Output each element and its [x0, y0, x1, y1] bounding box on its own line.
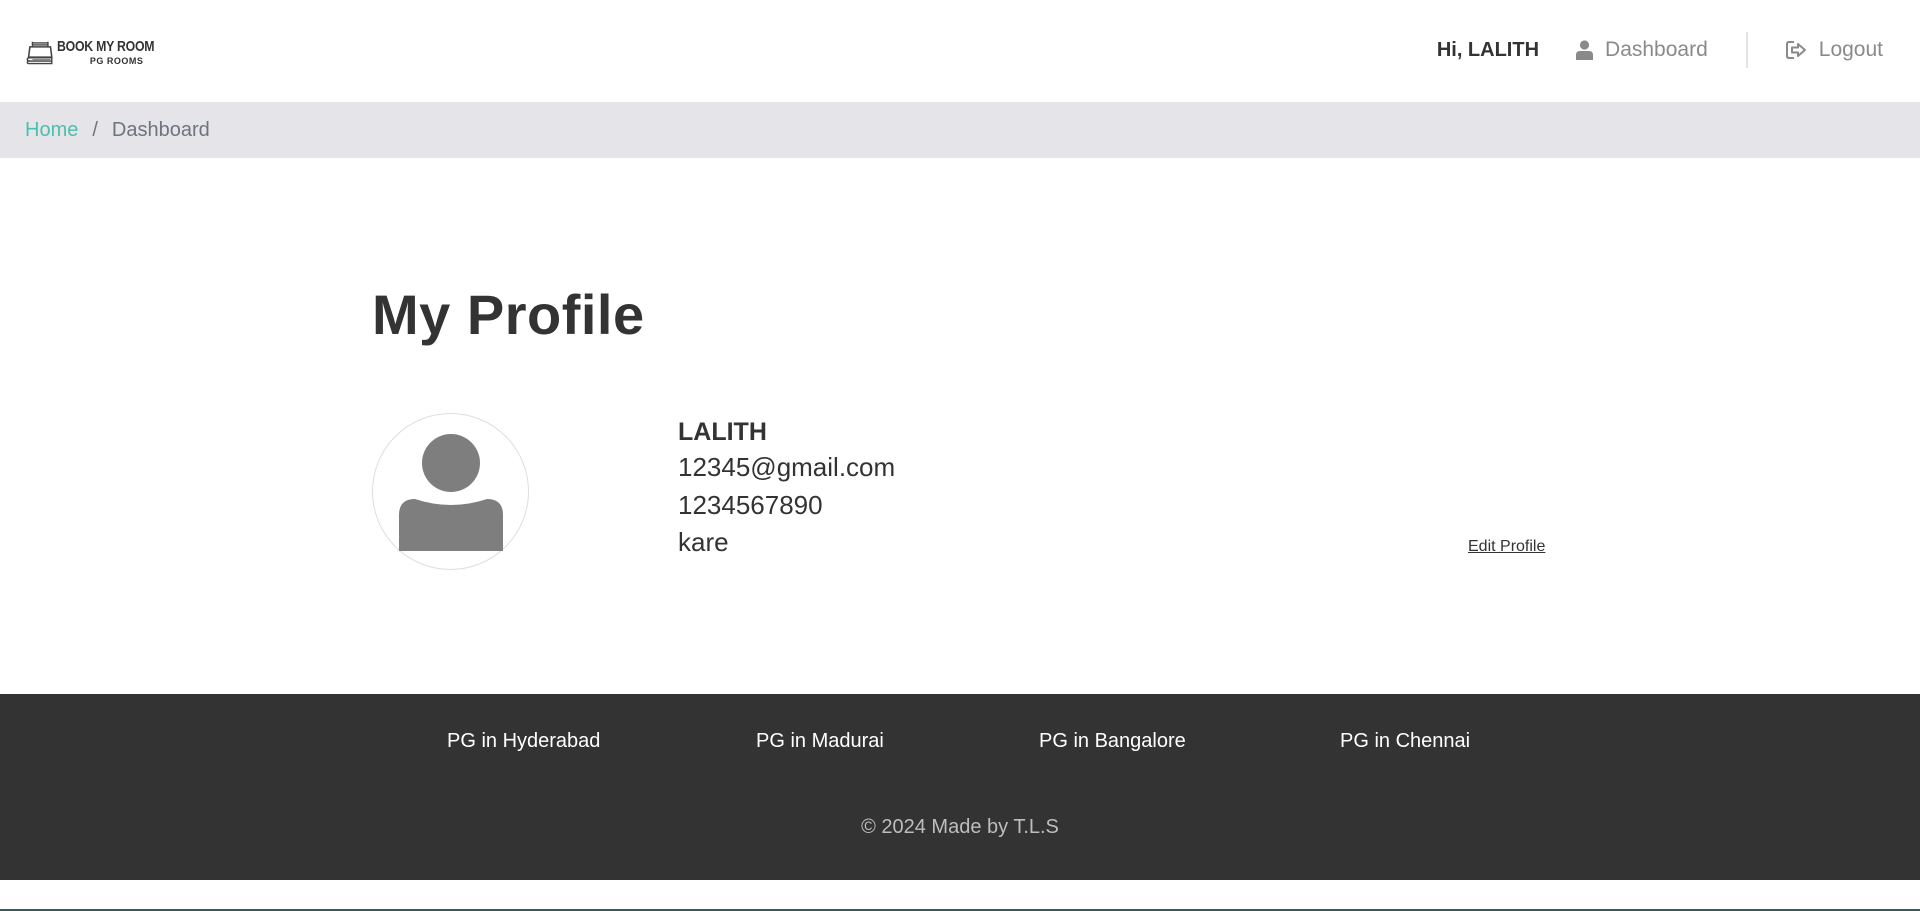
footer: PG in Hyderabad PG in Madurai PG in Bang…: [0, 694, 1920, 880]
bed-book-logo-icon: [26, 41, 53, 65]
page-title: My Profile: [372, 283, 645, 346]
navbar: BOOK MY ROOM PG ROOMS Hi, LALITH Dashboa…: [0, 0, 1920, 102]
dashboard-label: Dashboard: [1605, 38, 1708, 61]
profile-phone: 1234567890: [678, 489, 823, 520]
brand-text: BOOK MY ROOM PG ROOMS: [57, 39, 176, 66]
breadcrumb: Home / Dashboard: [0, 102, 1920, 158]
sign-out-icon: [1785, 41, 1806, 59]
breadcrumb-current: Dashboard: [111, 118, 210, 141]
edit-profile-link[interactable]: Edit Profile: [1468, 538, 1545, 556]
page-bottom: [0, 880, 1920, 911]
footer-link-chennai[interactable]: PG in Chennai: [1340, 730, 1470, 753]
brand-logo[interactable]: BOOK MY ROOM PG ROOMS: [26, 30, 176, 74]
breadcrumb-home-link[interactable]: Home: [25, 119, 78, 142]
copyright-text: © 2024 Made by T.L.S: [861, 816, 1059, 838]
logout-link[interactable]: Logout: [1785, 38, 1883, 62]
user-icon: [1576, 40, 1594, 60]
dashboard-link[interactable]: Dashboard: [1576, 38, 1708, 62]
user-greeting: Hi, LALITH: [1436, 38, 1540, 61]
nav-divider: [1745, 32, 1748, 68]
profile-college: kare: [678, 527, 729, 557]
logout-label: Logout: [1818, 38, 1883, 61]
profile-details: LALITH 12345@gmail.com 1234567890 kare: [678, 415, 895, 562]
breadcrumb-separator: /: [92, 118, 98, 141]
footer-link-bangalore[interactable]: PG in Bangalore: [1039, 730, 1186, 753]
avatar: [372, 413, 529, 570]
brand-title: BOOK MY ROOM: [57, 37, 155, 55]
nav-right: Hi, LALITH Dashboard Logout: [1437, 32, 1883, 68]
footer-link-hyderabad[interactable]: PG in Hyderabad: [447, 730, 600, 753]
user-avatar-icon: [398, 433, 503, 551]
brand-subtitle: PG ROOMS: [89, 55, 144, 66]
profile-name: LALITH: [678, 418, 767, 446]
footer-link-madurai[interactable]: PG in Madurai: [756, 730, 884, 753]
profile-email: 12345@gmail.com: [678, 452, 896, 482]
